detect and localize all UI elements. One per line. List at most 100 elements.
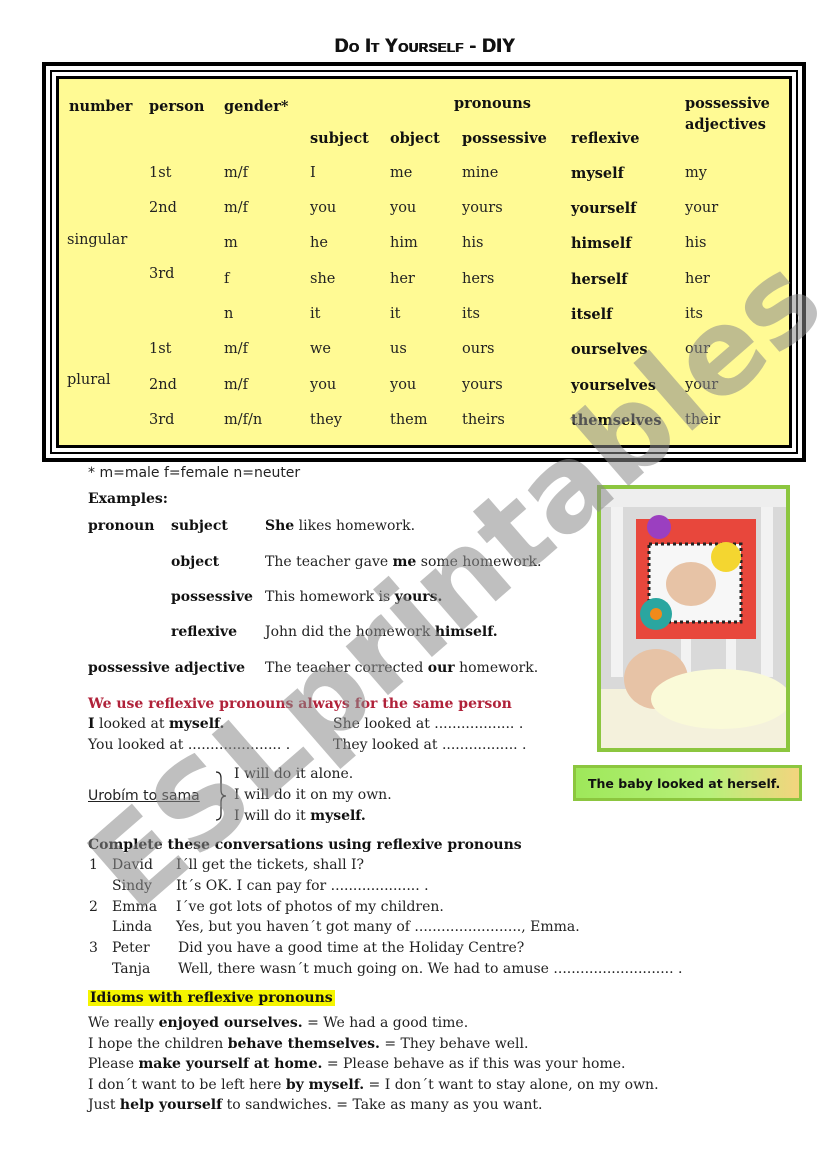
cell-reflexive: myself [571,165,624,182]
blank-field[interactable]: .................. . [434,716,523,732]
rule-example-i: I looked at myself. [88,716,224,732]
cell-possessive: hers [462,271,495,287]
example-label: subject [171,518,228,534]
cell-person: 1st [149,341,172,357]
gender-footnote: * m=male f=female n=neuter [88,465,301,481]
cell-object: her [390,271,415,287]
header-possessive-adjectives-2: adjectives [685,116,766,133]
dialogue-line[interactable]: I´ve got lots of photos of my children. [176,899,444,915]
cell-gender: m/f/n [224,412,263,428]
cell-poss-adj: its [685,306,703,322]
cell-reflexive: ourselves [571,341,648,358]
blank-field[interactable]: ................. . [442,737,527,753]
cell-poss-adj: my [685,165,707,181]
baby-mirror-photo [597,485,790,752]
example-sentence: This homework is yours. [265,589,442,605]
cell-object: you [390,200,417,216]
exercise-number: 1 [89,857,98,873]
cell-person: 3rd [149,412,175,428]
idiom-phrase: by myself. [285,1076,365,1093]
cell-gender: f [224,271,230,287]
cell-possessive: theirs [462,412,505,428]
speaker-name: Emma [112,898,158,915]
cell-subject: they [310,412,342,428]
dialogue-line[interactable]: It´s OK. I can pay for .................… [176,878,429,894]
rule-text: looked at [94,716,169,732]
example-sentence: John did the homework himself. [265,624,498,640]
cell-subject: we [310,341,331,357]
cell-subject: she [310,271,336,287]
idiom-item: I hope the children behave themselves. =… [88,1036,528,1052]
speaker-name: Peter [112,940,150,957]
rule-exercise-they: They looked at ................. . [333,737,527,753]
speaker-name: Tanja [112,961,151,977]
cell-poss-adj: her [685,271,710,287]
exercise-number: 3 [89,940,98,957]
example-bold: She [265,518,295,534]
rule-bold: myself. [168,716,225,732]
cell-person: 2nd [149,377,177,393]
idiom-item: Please make yourself at home. = Please b… [88,1056,625,1072]
label-singular: singular [67,232,128,248]
cell-subject: it [310,306,321,322]
cell-possessive: yours [462,377,503,393]
cell-poss-adj: his [685,235,707,251]
cell-possessive: yours [462,200,503,216]
header-possessive-adjectives-1: possessive [685,95,770,112]
idiom-text: to sandwiches. = Take as many as you wan… [222,1097,543,1113]
cell-reflexive: himself [571,235,632,252]
alone-line-3: I will do it myself. [234,808,366,824]
cell-person: 2nd [149,200,177,216]
slovak-phrase: Urobím to sama [88,788,200,804]
idiom-text: I don´t want to be left here [88,1076,286,1093]
cell-poss-adj: their [685,412,721,428]
cell-object: us [390,341,407,357]
rule-exercise-she: She looked at .................. . [333,716,523,732]
alone-line-1: I will do it alone. [234,766,354,782]
example-text: John did the homework [265,624,435,640]
cell-possessive: ours [462,341,495,357]
example-possessive-adjective-label: possessive adjective [88,660,245,676]
idiom-phrase: help yourself [119,1097,223,1113]
example-text: This homework is [265,589,395,605]
dialogue-line[interactable]: I´ll get the tickets, shall I? [176,857,364,873]
example-bold: me [392,554,417,570]
header-person: person [149,98,205,115]
cell-object: me [390,165,413,181]
dialogue-line[interactable]: Well, there wasn´t much going on. We had… [178,961,682,977]
cell-reflexive: yourselves [571,377,656,394]
header-pronouns: pronouns [454,95,531,112]
idiom-phrase: make yourself at home. [138,1056,323,1072]
speaker-name: Sindy [112,877,152,894]
example-text: likes homework. [294,518,416,534]
exercise-number: 2 [89,898,98,915]
header-number: number [69,98,133,115]
dialogue-line[interactable]: Yes, but you haven´t got many of .......… [176,919,580,935]
baby-photo-illustration [601,489,786,748]
example-label: reflexive [171,624,238,640]
dialogue-line[interactable]: Did you have a good time at the Holiday … [178,940,524,956]
examples-pronoun-label: pronoun [88,518,155,534]
idiom-phrase: enjoyed ourselves. [158,1015,303,1031]
cell-subject: you [310,377,337,393]
cell-possessive: mine [462,165,499,181]
cell-gender: m/f [224,341,249,357]
example-text: The teacher corrected [265,660,428,676]
photo-caption: The baby looked at herself. [573,765,802,801]
label-plural: plural [67,372,111,388]
rule-text: You looked at [88,737,188,753]
cell-possessive: his [462,235,484,251]
alone-line-2: I will do it on my own. [234,787,392,803]
header-object: object [390,130,440,147]
cell-subject: you [310,200,337,216]
cell-poss-adj: your [685,377,719,393]
blank-field[interactable]: ..................... . [188,737,290,753]
cell-reflexive: itself [571,306,613,323]
alone-bold: myself. [310,808,366,824]
header-possessive: possessive [462,130,547,147]
idiom-phrase: behave themselves. [227,1035,380,1052]
cell-subject: he [310,235,328,251]
cell-reflexive: themselves [571,412,662,429]
cell-possessive: its [462,306,480,322]
example-text: The teacher gave [265,554,393,570]
